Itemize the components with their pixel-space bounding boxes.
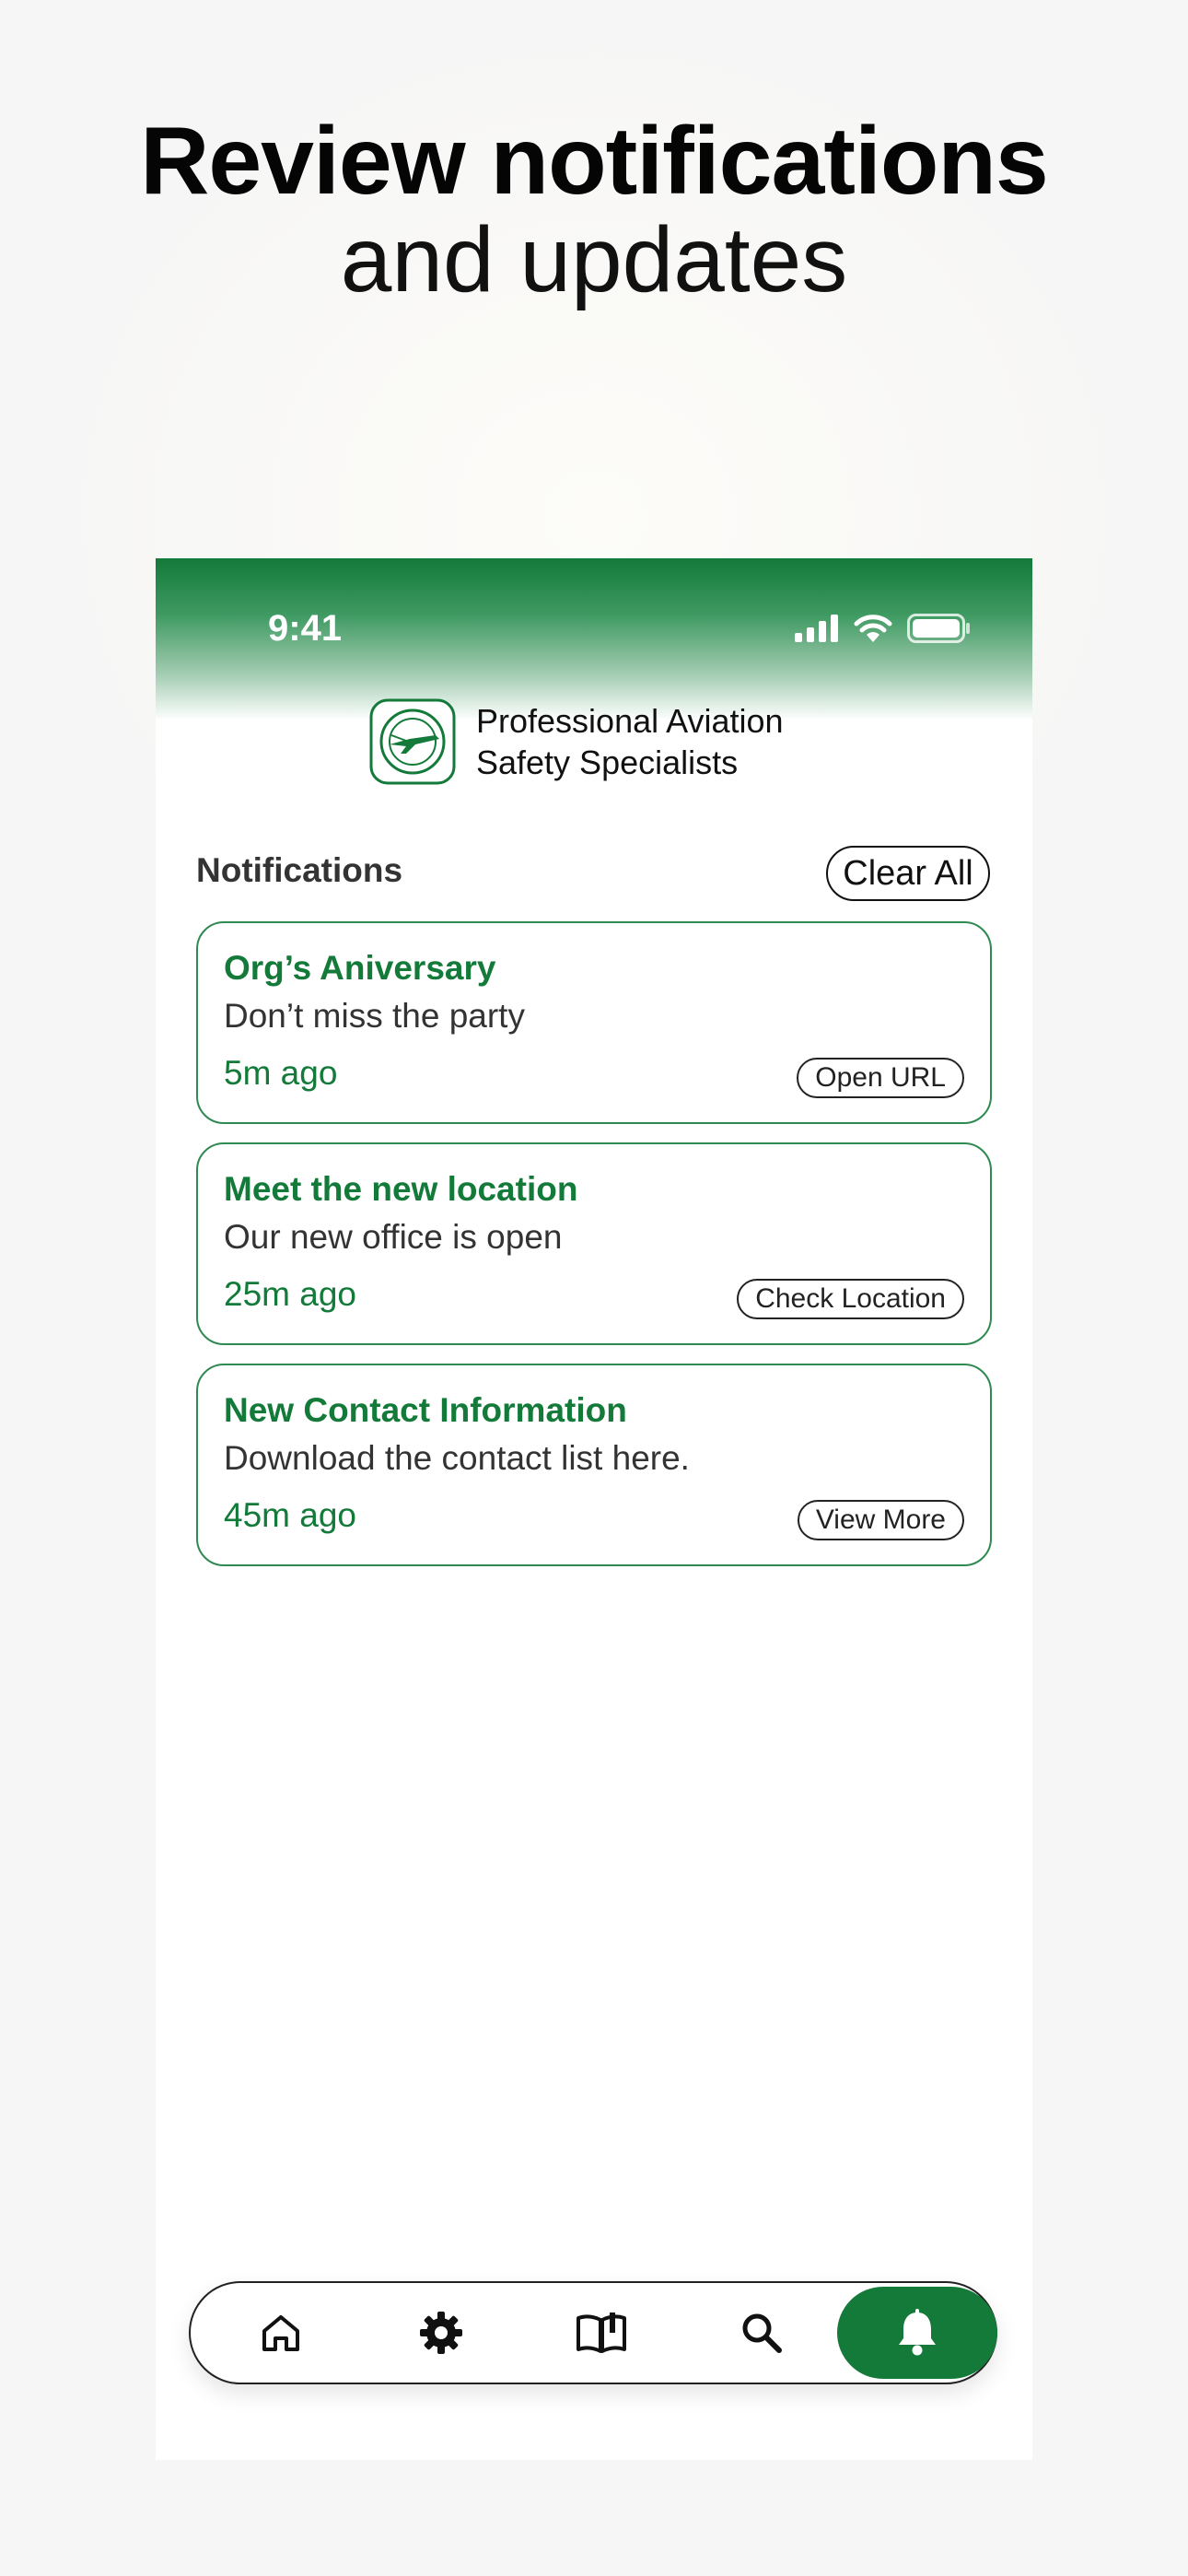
notification-body: Download the contact list here. xyxy=(224,1439,690,1477)
notification-body: Don’t miss the party xyxy=(224,997,525,1035)
search-icon xyxy=(742,2313,782,2353)
tab-notifications[interactable] xyxy=(837,2287,997,2379)
notification-card[interactable]: Meet the new location Our new office is … xyxy=(196,1142,992,1345)
open-url-button[interactable]: Open URL xyxy=(797,1058,964,1098)
status-time: 9:41 xyxy=(268,608,343,649)
tab-search[interactable] xyxy=(723,2296,800,2370)
notification-title: Meet the new location xyxy=(224,1170,578,1208)
notification-title: New Contact Information xyxy=(224,1391,627,1429)
notification-time: 25m ago xyxy=(224,1275,356,1313)
status-bar: 9:41 xyxy=(156,558,1032,720)
status-icons xyxy=(795,614,972,643)
bottom-tab-bar xyxy=(189,2281,997,2384)
book-icon xyxy=(577,2313,626,2353)
org-logo-icon xyxy=(369,698,456,785)
phone-screen: 9:41 Professional Aviation Safety Specia… xyxy=(156,558,1032,2460)
bell-icon xyxy=(899,2309,936,2356)
gear-icon xyxy=(420,2312,462,2354)
battery-icon xyxy=(907,614,970,643)
wifi-icon xyxy=(854,615,892,642)
tab-settings[interactable] xyxy=(402,2296,480,2370)
org-name: Professional Aviation Safety Specialists xyxy=(476,700,784,783)
check-location-button[interactable]: Check Location xyxy=(737,1279,964,1319)
notifications-title: Notifications xyxy=(196,851,403,889)
cellular-signal-icon xyxy=(795,615,838,642)
tab-home[interactable] xyxy=(242,2296,320,2370)
notification-card[interactable]: Org’s Aniversary Don’t miss the party 5m… xyxy=(196,921,992,1124)
notification-time: 5m ago xyxy=(224,1054,338,1092)
notification-body: Our new office is open xyxy=(224,1218,563,1256)
notification-time: 45m ago xyxy=(224,1496,356,1534)
notification-card[interactable]: New Contact Information Download the con… xyxy=(196,1364,992,1566)
headline-bold: Review notifications xyxy=(140,108,1049,215)
view-more-button[interactable]: View More xyxy=(797,1500,964,1540)
org-brand: Professional Aviation Safety Specialists xyxy=(369,698,784,785)
home-icon xyxy=(262,2315,299,2351)
notification-title: Org’s Aniversary xyxy=(224,949,496,987)
clear-all-button[interactable]: Clear All xyxy=(826,846,990,901)
headline-light: and updates xyxy=(340,208,848,311)
org-name-line1: Professional Aviation xyxy=(476,702,784,740)
org-name-line2: Safety Specialists xyxy=(476,744,739,781)
tab-library[interactable] xyxy=(563,2296,640,2370)
marketing-headline: Review notifications and updates xyxy=(0,111,1188,308)
